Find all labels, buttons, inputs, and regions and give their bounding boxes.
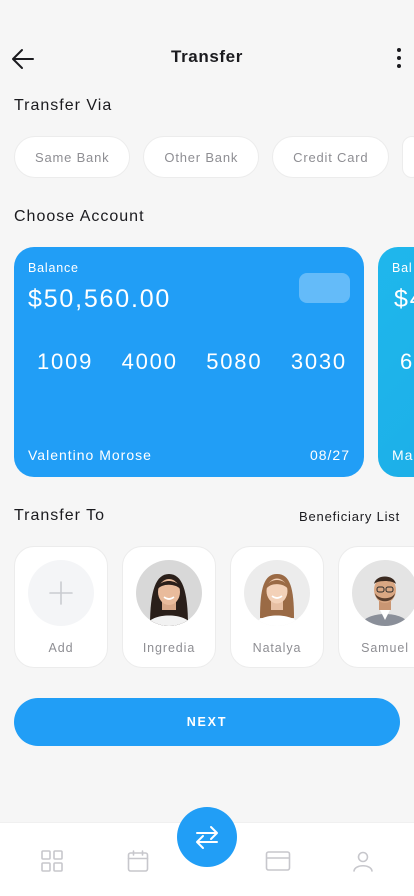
transfer-fab-button[interactable]: [177, 807, 237, 867]
card-number: 1009 4000 5080 3030: [37, 349, 347, 375]
person-photo-icon: [244, 560, 310, 626]
card-holder-name: Ma: [392, 447, 414, 463]
choose-account-title: Choose Account: [14, 208, 145, 225]
balance-label: Balance: [28, 261, 79, 275]
avatar: [352, 560, 414, 626]
card-number: 6: [400, 349, 414, 375]
add-avatar: [28, 560, 94, 626]
contact-name: Samuel: [361, 641, 409, 655]
balance-amount: $4: [394, 285, 414, 313]
person-photo-icon: [136, 560, 202, 626]
contact-card[interactable]: Natalya: [230, 546, 324, 668]
profile-icon[interactable]: [351, 849, 375, 873]
account-card[interactable]: Balance $50,560.00 1009 4000 5080 3030 V…: [14, 247, 364, 477]
contact-name: Ingredia: [142, 641, 196, 655]
beneficiary-list-link[interactable]: Beneficiary List: [299, 509, 400, 524]
card-holder-name: Valentino Morose: [28, 447, 152, 463]
card-number-group: 3030: [290, 349, 347, 374]
add-contact-button[interactable]: Add: [14, 546, 108, 668]
contact-card[interactable]: Samuel: [338, 546, 414, 668]
plus-icon: [49, 581, 73, 605]
header: Transfer: [0, 38, 414, 78]
avatar: [136, 560, 202, 626]
card-expiry: 08/27: [309, 447, 350, 463]
card-number-group: 1009: [37, 349, 94, 374]
option-same-bank[interactable]: Same Bank: [14, 136, 131, 178]
transfer-screen: Transfer Transfer Via Same Bank Other Ba…: [0, 0, 414, 896]
account-card-secondary[interactable]: Bal $4 6 Ma: [378, 247, 414, 477]
card-number-group: 6: [400, 349, 414, 374]
option-other-bank[interactable]: Other Bank: [143, 136, 260, 178]
transfer-to-title: Transfer To: [14, 507, 106, 524]
contact-name: Add: [48, 641, 74, 655]
card-chip-icon: [299, 273, 350, 303]
option-credit-card[interactable]: Credit Card: [272, 136, 390, 178]
card-number-group: 5080: [206, 349, 263, 374]
card-number-group: 4000: [121, 349, 178, 374]
more-options-icon[interactable]: [392, 44, 406, 72]
calendar-icon[interactable]: [126, 849, 150, 873]
option-more[interactable]: [402, 136, 414, 178]
card-icon[interactable]: [265, 849, 291, 873]
contacts-list: Add Ingredia Natalya Samuel: [14, 546, 414, 668]
transfer-via-options: Same Bank Other Bank Credit Card: [14, 136, 414, 178]
transfer-via-title: Transfer Via: [14, 97, 113, 114]
grid-icon[interactable]: [40, 849, 64, 873]
page-title: Transfer: [171, 47, 243, 66]
contact-name: Natalya: [252, 641, 302, 655]
avatar: [244, 560, 310, 626]
balance-amount: $50,560.00: [28, 285, 172, 313]
balance-label: Bal: [392, 261, 413, 275]
contact-card[interactable]: Ingredia: [122, 546, 216, 668]
person-photo-icon: [352, 560, 414, 626]
next-button[interactable]: NEXT: [14, 698, 400, 746]
transfer-icon: [196, 826, 218, 849]
